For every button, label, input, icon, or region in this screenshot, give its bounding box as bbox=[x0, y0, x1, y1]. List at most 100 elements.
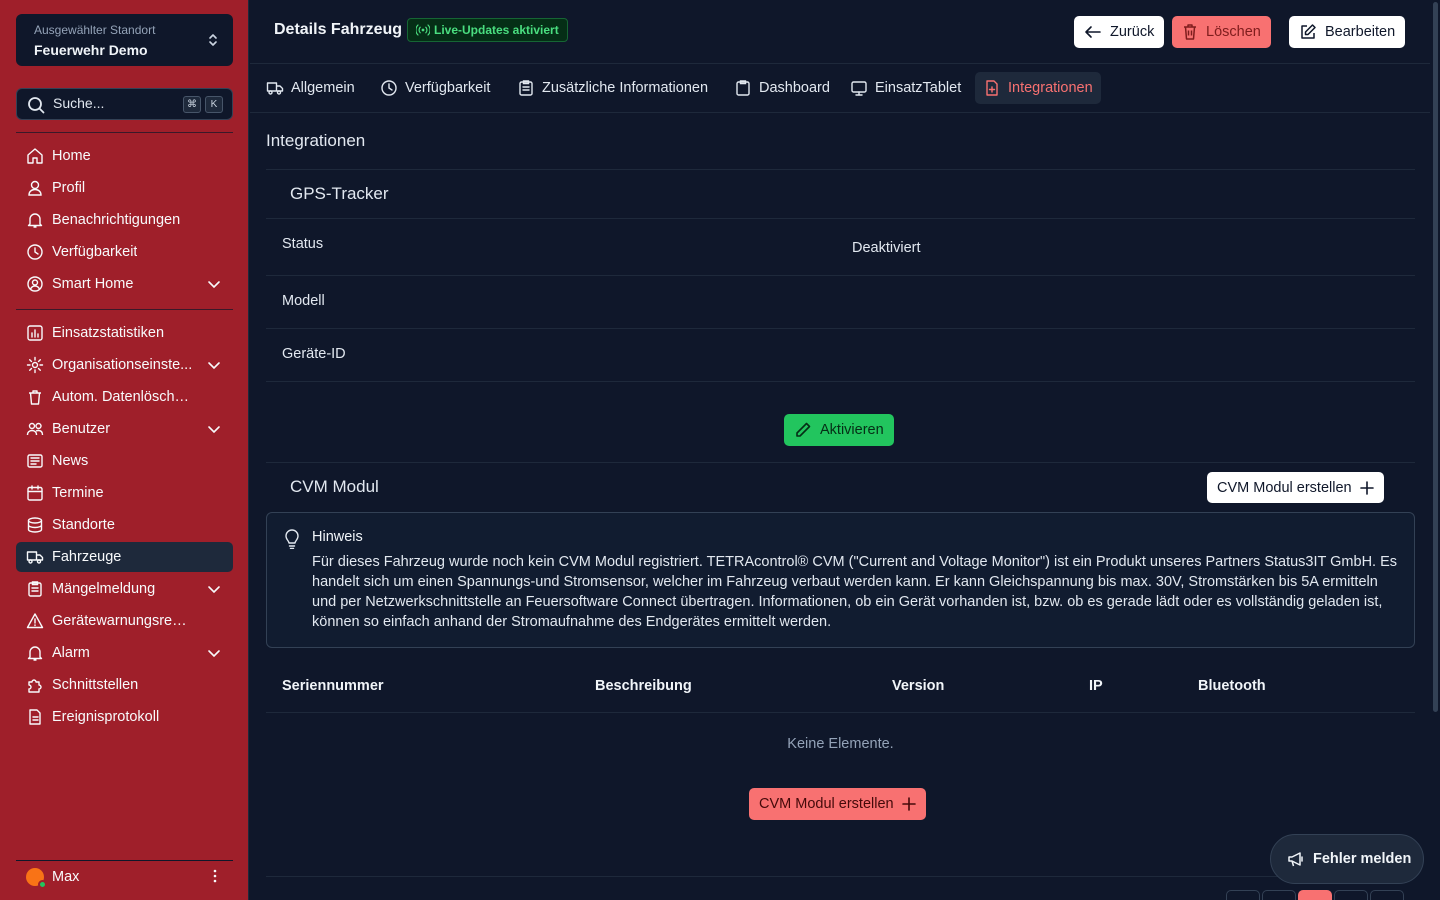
megaphone-icon bbox=[1288, 852, 1303, 867]
sidebar-item-notifications[interactable]: Benachrichtigungen bbox=[16, 205, 233, 235]
sidebar-item-label: Organisationseinste... bbox=[52, 357, 193, 373]
delete-button[interactable]: Löschen bbox=[1172, 16, 1271, 48]
sidebar-item-profile[interactable]: Profil bbox=[16, 173, 233, 203]
sidebar-item-statistics[interactable]: Einsatzstatistiken bbox=[16, 318, 233, 348]
sidebar-item-label: Benutzer bbox=[52, 421, 111, 437]
sidebar-item-availability[interactable]: Verfügbarkeit bbox=[16, 237, 233, 267]
edit-button[interactable]: Bearbeiten bbox=[1289, 16, 1406, 48]
sidebar-item-label: Einsatzstatistiken bbox=[52, 325, 165, 341]
tab-einsatztablet[interactable]: EinsatzTablet bbox=[842, 72, 969, 104]
scrollbar-thumb[interactable] bbox=[1433, 2, 1438, 712]
gps-status-row: Status Deaktiviert bbox=[266, 219, 1415, 276]
tab-label: Zusätzliche Informationen bbox=[542, 80, 709, 96]
tab-label: Verfügbarkeit bbox=[405, 80, 491, 96]
lightbulb-icon bbox=[285, 529, 299, 549]
gps-tracker-title: GPS-Tracker bbox=[290, 184, 389, 203]
clipboard-icon bbox=[28, 581, 42, 597]
pencil-icon bbox=[796, 422, 811, 437]
chevron-down-icon bbox=[208, 281, 220, 289]
location-select[interactable]: Ausgewählter Standort Feuerwehr Demo bbox=[16, 14, 233, 66]
home-icon bbox=[27, 148, 43, 164]
clipboard-list-icon bbox=[519, 80, 533, 96]
user-icon bbox=[28, 180, 42, 196]
trash-icon bbox=[29, 390, 41, 405]
user-menu[interactable]: Max bbox=[16, 860, 233, 892]
sidebar-item-users[interactable]: Benutzer bbox=[16, 414, 233, 444]
sidebar-item-label: Ereignisprotokoll bbox=[52, 709, 160, 725]
tab-additional-info[interactable]: Zusätzliche Informationen bbox=[509, 72, 716, 104]
trash-icon bbox=[1184, 24, 1196, 40]
sidebar-item-event-log[interactable]: Ereignisprotokoll bbox=[16, 702, 233, 732]
pagination-first[interactable] bbox=[1226, 890, 1260, 900]
tab-general[interactable]: Allgemein bbox=[258, 72, 363, 104]
arrow-left-icon bbox=[1085, 26, 1101, 38]
pagination-next[interactable] bbox=[1334, 890, 1368, 900]
location-value: Feuerwehr Demo bbox=[34, 42, 148, 58]
document-icon bbox=[29, 709, 41, 725]
sidebar-item-vehicles[interactable]: Fahrzeuge bbox=[16, 542, 233, 572]
create-cvm-module-label: CVM Modul erstellen bbox=[759, 796, 894, 812]
document-plus-icon bbox=[986, 80, 998, 96]
sidebar-item-interfaces[interactable]: Schnittstellen bbox=[16, 670, 233, 700]
chevron-down-icon bbox=[208, 426, 220, 434]
clock-icon bbox=[27, 244, 43, 260]
status-label: Status bbox=[282, 236, 324, 252]
create-cvm-module-button[interactable]: CVM Modul erstellen bbox=[1207, 472, 1384, 503]
search-input[interactable]: Suche... ⌘ K bbox=[16, 88, 233, 120]
sidebar-item-label: Mängelmeldung bbox=[52, 581, 156, 597]
pagination-prev[interactable] bbox=[1262, 890, 1296, 900]
sidebar-item-device-warning-rules[interactable]: Gerätewarnungsregeln bbox=[16, 606, 233, 636]
gps-device-id-row: Geräte-ID bbox=[266, 329, 1415, 382]
activate-button[interactable]: Aktivieren bbox=[784, 414, 894, 446]
chevron-down-icon bbox=[208, 362, 220, 370]
column-header-bluetooth: Bluetooth bbox=[1198, 678, 1266, 694]
edit-button-label: Bearbeiten bbox=[1325, 24, 1396, 40]
cvm-module-title: CVM Modul bbox=[290, 477, 379, 496]
sidebar-item-label: Alarm bbox=[52, 645, 90, 661]
page-title: Details Fahrzeug bbox=[274, 21, 403, 38]
tab-availability[interactable]: Verfügbarkeit bbox=[372, 72, 498, 104]
pagination-last[interactable] bbox=[1370, 890, 1404, 900]
sidebar-item-appointments[interactable]: Termine bbox=[16, 478, 233, 508]
gps-model-row: Modell bbox=[266, 276, 1415, 329]
sidebar-item-label: Benachrichtigungen bbox=[52, 212, 181, 228]
sidebar-item-locations[interactable]: Standorte bbox=[16, 510, 233, 540]
hint-text: Für dieses Fahrzeug wurde noch kein CVM … bbox=[312, 554, 1398, 630]
activate-button-label: Aktivieren bbox=[820, 422, 884, 438]
sidebar-item-label: Gerätewarnungsregeln bbox=[52, 613, 194, 629]
sidebar-item-alarm[interactable]: Alarm bbox=[16, 638, 233, 668]
shortcut-key-cmd: ⌘ bbox=[183, 96, 201, 113]
tab-integrations[interactable]: Integrationen bbox=[975, 72, 1101, 104]
bell-icon bbox=[27, 646, 43, 661]
table-header-divider bbox=[266, 712, 1415, 713]
sidebar-item-label: Schnittstellen bbox=[52, 677, 139, 693]
device-id-label: Geräte-ID bbox=[282, 346, 346, 362]
truck-icon bbox=[26, 551, 44, 564]
gps-card-divider bbox=[266, 169, 1415, 170]
sidebar-item-defect-report[interactable]: Mängelmeldung bbox=[16, 574, 233, 604]
tab-label: Dashboard bbox=[759, 80, 830, 96]
sidebar-item-label: Home bbox=[52, 148, 91, 164]
pagination-current[interactable] bbox=[1298, 890, 1332, 900]
tab-dashboard[interactable]: Dashboard bbox=[726, 72, 838, 104]
back-button[interactable]: Zurück bbox=[1074, 16, 1165, 48]
monitor-icon bbox=[851, 81, 867, 96]
section-title: Integrationen bbox=[266, 131, 366, 150]
bell-icon bbox=[27, 213, 43, 228]
sidebar-item-data-deletion[interactable]: Autom. Datenlöschung bbox=[16, 382, 233, 412]
sidebar-item-smart-home[interactable]: Smart Home bbox=[16, 269, 233, 299]
hint-title: Hinweis bbox=[312, 529, 363, 545]
user-name: Max bbox=[52, 868, 80, 885]
sidebar-divider bbox=[16, 132, 233, 133]
hint-box: Hinweis Für dieses Fahrzeug wurde noch k… bbox=[266, 512, 1415, 648]
create-cvm-module-button-bottom[interactable]: CVM Modul erstellen bbox=[749, 788, 926, 820]
sidebar-item-home[interactable]: Home bbox=[16, 141, 233, 171]
sidebar-item-news[interactable]: News bbox=[16, 446, 233, 476]
live-updates-badge: Live-Updates aktiviert bbox=[407, 18, 568, 42]
report-bug-button[interactable]: Fehler melden bbox=[1270, 834, 1424, 884]
sidebar: Ausgewählter Standort Feuerwehr Demo Suc… bbox=[0, 0, 249, 900]
sidebar-item-label: Fahrzeuge bbox=[52, 549, 122, 565]
sidebar-item-org-settings[interactable]: Organisationseinste... bbox=[16, 350, 233, 380]
sidebar-item-label: Standorte bbox=[52, 517, 115, 533]
more-vertical-icon[interactable] bbox=[213, 869, 217, 883]
